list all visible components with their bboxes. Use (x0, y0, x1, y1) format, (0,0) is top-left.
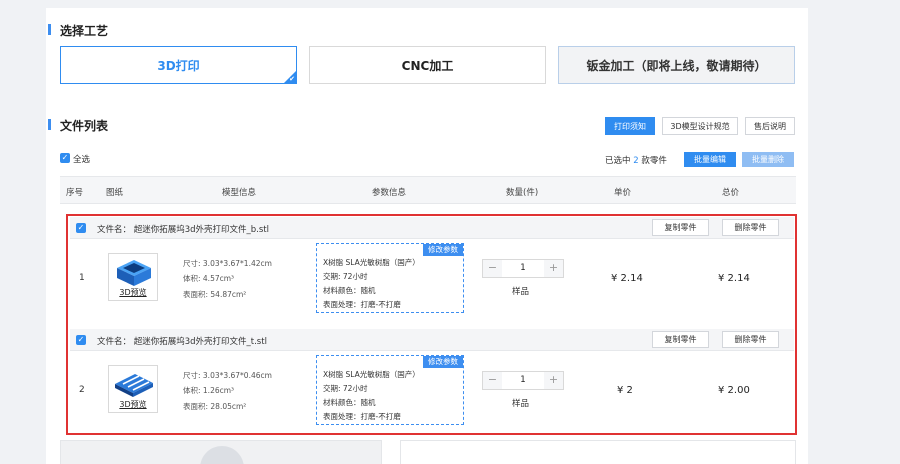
row-index: 2 (79, 385, 85, 395)
part-header: ✓ 文件名： 超迷你拓展坞3d外壳打印文件_t.stl 复制零件 删除零件 (70, 329, 794, 351)
craft-option-label: 钣金加工（即将上线，敬请期待） (586, 58, 767, 73)
part-header: ✓ 文件名： 超迷你拓展坞3d外壳打印文件_b.stl 复制零件 删除零件 (70, 217, 794, 239)
model-box-icon (117, 260, 151, 286)
file-name-value: 超迷你拓展坞3d外壳打印文件_b.stl (133, 225, 269, 235)
table-row: ✓ 文件名： 超迷你拓展坞3d外壳打印文件_b.stl 复制零件 删除零件 1 … (70, 217, 794, 321)
header-total-price: 总价 (722, 188, 740, 198)
delete-part-button[interactable]: 删除零件 (722, 219, 779, 236)
after-sales-button[interactable]: 售后说明 (745, 117, 795, 135)
print-notice-button[interactable]: 打印须知 (605, 117, 655, 135)
header-drawing: 图纸 (106, 188, 124, 198)
preview-3d-link[interactable]: 3D预览 (109, 287, 157, 298)
param-lead-time: 交期: 72小时 (323, 384, 368, 393)
param-info-box: 修改参数 X树脂 SLA光敏树脂（国产） 交期: 72小时 材料颜色：随机 表面… (316, 243, 464, 313)
craft-section-title: 选择工艺 (48, 22, 108, 39)
copy-part-button[interactable]: 复制零件 (652, 331, 709, 348)
summary-area (400, 440, 796, 464)
param-color: 材料颜色：随机 (323, 398, 376, 407)
part-body: 1 3D预览 尺寸: 3.03*3.67*1.42cm 体积: 4.57cm³ … (70, 239, 794, 321)
param-surface: 表面处理：打磨-不打磨 (323, 412, 401, 421)
param-material: X树脂 SLA光敏树脂（国产） (323, 258, 420, 267)
unit-price: ¥ 2 (617, 385, 633, 396)
select-all-checkbox[interactable]: ✓ (60, 153, 70, 163)
file-name: 文件名： 超迷你拓展坞3d外壳打印文件_b.stl (97, 223, 269, 235)
design-spec-button[interactable]: 3D模型设计规范 (662, 117, 738, 135)
header-quantity: 数量(件) (506, 188, 539, 198)
header-model-info: 模型信息 (222, 188, 257, 198)
model-thumbnail[interactable]: 3D预览 (108, 365, 158, 413)
file-name: 文件名： 超迷你拓展坞3d外壳打印文件_t.stl (97, 335, 267, 347)
modify-params-button[interactable]: 修改参数 (423, 244, 463, 256)
batch-delete-button[interactable]: 批量删除 (742, 152, 794, 167)
select-all-label: 全选 (73, 155, 91, 165)
part-checkbox[interactable]: ✓ (76, 223, 86, 233)
file-list-title: 文件列表 (48, 117, 108, 134)
selected-count: 2 (633, 156, 639, 166)
batch-edit-button[interactable]: 批量编辑 (684, 152, 736, 167)
quantity-stepper: − 1 + (482, 371, 564, 390)
decrement-button[interactable]: − (483, 260, 502, 277)
sample-label: 样品 (512, 287, 530, 297)
model-thumbnail[interactable]: 3D预览 (108, 253, 158, 301)
increment-button[interactable]: + (544, 260, 563, 277)
param-color: 材料颜色：随机 (323, 286, 376, 295)
param-lead-time: 交期: 72小时 (323, 272, 368, 281)
decrement-button[interactable]: − (483, 372, 502, 389)
quantity-input[interactable]: 1 (502, 260, 544, 277)
model-volume: 体积: 4.57cm³ (183, 274, 235, 283)
model-plate-icon (115, 374, 153, 397)
copy-part-button[interactable]: 复制零件 (652, 219, 709, 236)
param-material: X树脂 SLA光敏树脂（国产） (323, 370, 420, 379)
delete-part-button[interactable]: 删除零件 (722, 331, 779, 348)
craft-option-sheet-metal: 钣金加工（即将上线，敬请期待） (558, 46, 795, 84)
part-body: 2 3D预览 尺寸: 3.03*3.67*0.46cm 体积: 1.26cm³ … (70, 351, 794, 433)
total-price: ¥ 2.00 (718, 385, 750, 396)
selected-prefix: 已选中 (605, 156, 631, 166)
craft-option-label: CNC加工 (401, 58, 454, 73)
part-checkbox[interactable]: ✓ (76, 335, 86, 345)
quantity-input[interactable]: 1 (502, 372, 544, 389)
file-name-label: 文件名： (97, 225, 132, 235)
row-index: 1 (79, 273, 85, 283)
header-unit-price: 单价 (614, 188, 632, 198)
craft-option-label: 3D打印 (157, 58, 200, 73)
model-size: 尺寸: 3.03*3.67*1.42cm (183, 259, 272, 268)
modify-params-button[interactable]: 修改参数 (423, 356, 463, 368)
model-size: 尺寸: 3.03*3.67*0.46cm (183, 371, 272, 380)
file-name-label: 文件名： (97, 337, 132, 347)
sample-label: 样品 (512, 399, 530, 409)
unit-price: ¥ 2.14 (611, 273, 643, 284)
table-header: 序号 图纸 模型信息 参数信息 数量(件) 单价 总价 (60, 176, 796, 204)
table-row: ✓ 文件名： 超迷你拓展坞3d外壳打印文件_t.stl 复制零件 删除零件 2 … (70, 329, 794, 433)
model-volume: 体积: 1.26cm³ (183, 386, 235, 395)
header-index: 序号 (66, 188, 84, 198)
total-price: ¥ 2.14 (718, 273, 750, 284)
model-area: 表面积: 54.87cm² (183, 290, 247, 299)
header-params: 参数信息 (372, 188, 407, 198)
param-surface: 表面处理：打磨-不打磨 (323, 300, 401, 309)
param-info-box: 修改参数 X树脂 SLA光敏树脂（国产） 交期: 72小时 材料颜色：随机 表面… (316, 355, 464, 425)
file-name-value: 超迷你拓展坞3d外壳打印文件_t.stl (133, 337, 267, 347)
craft-option-3d-print[interactable]: 3D打印 ✔ (60, 46, 297, 84)
model-area: 表面积: 28.05cm² (183, 402, 247, 411)
quantity-stepper: − 1 + (482, 259, 564, 278)
selected-summary: 已选中 2 款零件 (605, 154, 667, 166)
preview-3d-link[interactable]: 3D预览 (109, 399, 157, 410)
craft-option-cnc[interactable]: CNC加工 (309, 46, 546, 84)
increment-button[interactable]: + (544, 372, 563, 389)
check-icon: ✔ (289, 75, 295, 83)
selected-suffix: 款零件 (641, 156, 667, 166)
